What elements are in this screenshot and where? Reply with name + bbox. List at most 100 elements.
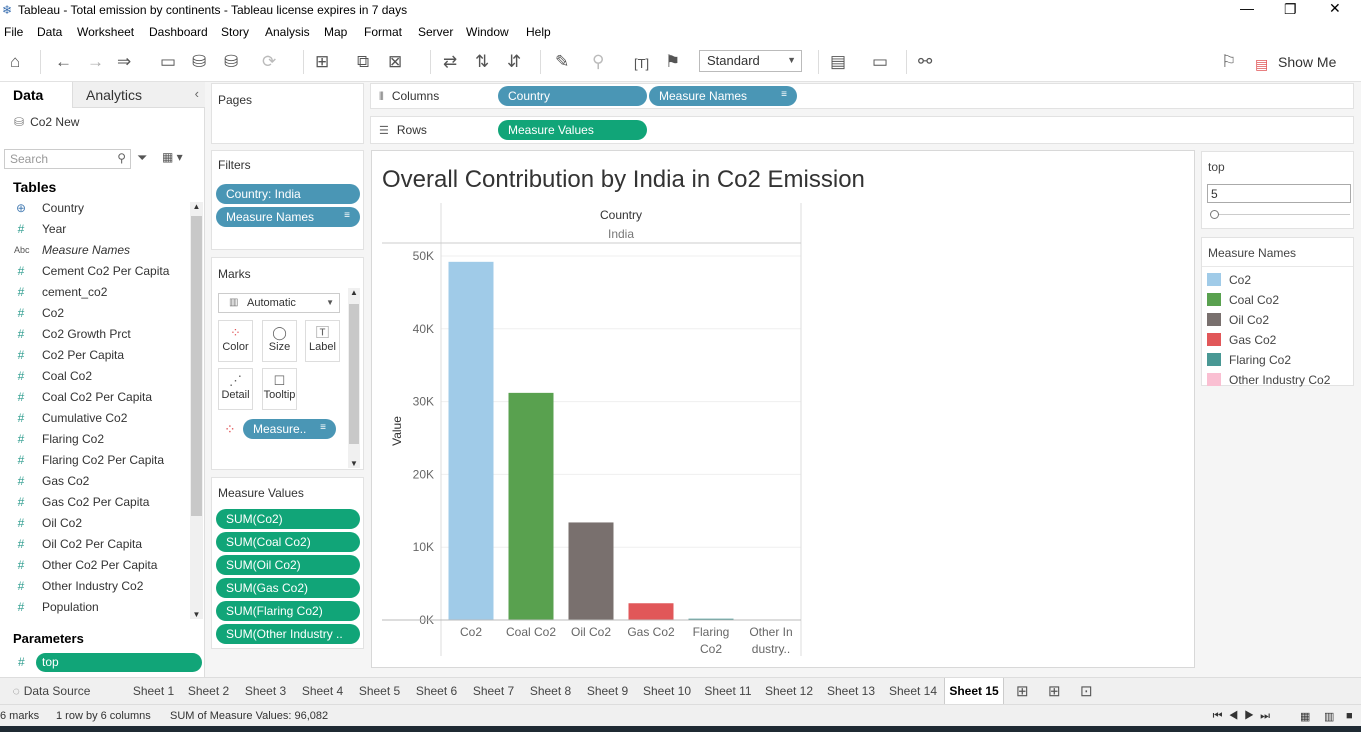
collapse-icon[interactable]: ‹ [195,86,199,101]
show-filmstrip-icon[interactable]: ▦ [1300,710,1310,723]
menu-server[interactable]: Server [418,25,453,39]
field-item[interactable]: # Flaring Co2 [14,430,186,451]
marks-color-button[interactable]: ⁘ Color [218,320,253,362]
marks-label-button[interactable]: 🅃 Label [305,320,340,362]
marks-scrollbar[interactable]: ▲ ▼ [348,288,360,468]
parameter-slider[interactable] [1210,210,1350,219]
sheet-tab[interactable]: Sheet 5 [351,678,408,704]
sheet-tab[interactable]: Sheet 13 [820,678,882,704]
rows-pill-measure-values[interactable]: Measure Values [498,120,647,140]
field-item[interactable]: ⊕ Country [14,199,186,220]
columns-pill-country[interactable]: Country [498,86,647,106]
restore-icon[interactable]: ❐ [1284,1,1297,18]
legend-item[interactable]: Flaring Co2 [1207,350,1352,370]
filter-pill-country[interactable]: Country: India [216,184,360,204]
field-item[interactable]: # Oil Co2 Per Capita [14,535,186,556]
field-item[interactable]: # Coal Co2 Per Capita [14,388,186,409]
field-item[interactable]: # Oil Co2 [14,514,186,535]
bar[interactable] [628,603,674,620]
field-item[interactable]: # Co2 [14,304,186,325]
new-worksheet-icon[interactable]: ⊞ [1016,682,1029,700]
sheet-tab[interactable]: Sheet 4 [294,678,351,704]
show-me-button[interactable]: Show Me [1278,54,1336,70]
field-item[interactable]: # Cumulative Co2 [14,409,186,430]
replay-icon[interactable]: ⇒ [117,52,131,72]
show-tabs-icon[interactable]: ■ [1346,710,1353,722]
menu-data[interactable]: Data [37,25,62,39]
refresh-icon[interactable]: ⟳ [262,52,276,72]
scroll-thumb[interactable] [191,216,202,516]
sheet-tab[interactable]: Sheet 12 [758,678,820,704]
field-item[interactable]: # Gas Co2 [14,472,186,493]
menu-help[interactable]: Help [526,25,551,39]
clear-sheet-icon[interactable]: ⊠ [388,52,402,72]
measure-value-pill[interactable]: SUM(Flaring Co2) [216,601,360,621]
marks-detail-button[interactable]: ⋰ Detail [218,368,253,410]
swap-icon[interactable]: ⇄ [443,52,457,72]
search-input[interactable]: Search ⚲ [4,149,131,169]
measure-value-pill[interactable]: SUM(Gas Co2) [216,578,360,598]
parameter-top-input[interactable]: 5 [1207,184,1351,203]
sheet-tab[interactable]: Sheet 10 [636,678,698,704]
show-sheet-sorter-icon[interactable]: ▥ [1324,710,1334,723]
sheet-tab[interactable]: Sheet 7 [465,678,522,704]
datasource-item[interactable]: ⛁ Co2 New [14,115,79,129]
sheet-tab[interactable]: Sheet 3 [237,678,294,704]
measure-value-pill[interactable]: SUM(Oil Co2) [216,555,360,575]
marks-size-button[interactable]: ◯ Size [262,320,297,362]
measure-value-pill[interactable]: SUM(Co2) [216,509,360,529]
columns-pill-measure-names[interactable]: Measure Names ≡ [649,86,797,106]
filters-shelf[interactable]: Filters Country: India Measure Names ≡ [211,150,364,250]
pause-updates-icon[interactable]: ⛁ [224,52,238,72]
menu-worksheet[interactable]: Worksheet [77,25,134,39]
save-icon[interactable]: ▭ [160,52,176,72]
data-source-tab[interactable]: ◌ Data Source [4,678,99,704]
field-item[interactable]: # Flaring Co2 Per Capita [14,451,186,472]
legend-item[interactable]: Oil Co2 [1207,310,1352,330]
field-item[interactable]: Abc Measure Names [14,241,186,262]
menu-dashboard[interactable]: Dashboard [149,25,208,39]
measure-value-pill[interactable]: SUM(Coal Co2) [216,532,360,552]
undo-icon[interactable]: ← [55,52,72,72]
field-item[interactable]: # Co2 Per Capita [14,346,186,367]
show-labels-icon[interactable]: [T] [634,54,649,74]
legend-item[interactable]: Coal Co2 [1207,290,1352,310]
marks-tooltip-button[interactable]: ☐ Tooltip [262,368,297,410]
redo-icon[interactable]: → [87,52,104,72]
duplicate-icon[interactable]: ⧉ [357,52,369,72]
scroll-down-icon[interactable]: ▼ [191,610,202,619]
new-dashboard-icon[interactable]: ⊞ [1048,682,1061,700]
measure-value-pill[interactable]: SUM(Other Industry .. [216,624,360,644]
sheet-tab[interactable]: Sheet 14 [882,678,944,704]
bar[interactable] [508,392,554,620]
home-icon[interactable]: ⌂ [10,52,20,72]
menu-story[interactable]: Story [221,25,249,39]
field-item[interactable]: # Co2 Growth Prct [14,325,186,346]
field-item[interactable]: # Coal Co2 [14,367,186,388]
field-item[interactable]: # Gas Co2 Per Capita [14,493,186,514]
fit-select[interactable]: Standard ▼ [699,50,802,72]
fields-scrollbar[interactable]: ▲ ▼ [190,202,203,619]
tab-analytics[interactable]: Analytics ‹ [72,82,205,108]
presentation-icon[interactable]: ▭ [872,52,888,72]
sheet-tab[interactable]: Sheet 8 [522,678,579,704]
close-icon[interactable]: ✕ [1329,0,1341,17]
field-item[interactable]: # cement_co2 [14,283,186,304]
format-painter-icon[interactable]: ⚐ [1221,52,1236,72]
sheet-nav-arrows-icon[interactable]: ⏮◀▶⏭ [1213,710,1276,723]
marks-measure-names-pill[interactable]: Measure.. ≡ [243,419,336,439]
filter-pill-measure-names[interactable]: Measure Names ≡ [216,207,360,227]
new-story-icon[interactable]: ⊡ [1080,682,1093,700]
legend-item[interactable]: Co2 [1207,270,1352,290]
sheet-tab[interactable]: Sheet 15 [944,678,1004,704]
field-item[interactable]: # Year [14,220,186,241]
view-list-icon[interactable]: ▦ ▾ [162,150,183,164]
bar[interactable] [568,522,614,620]
scroll-up-icon[interactable]: ▲ [191,202,202,211]
scroll-down-icon[interactable]: ▼ [348,459,360,468]
highlight-icon[interactable]: ✎ [555,52,569,72]
sheet-tab[interactable]: Sheet 6 [408,678,465,704]
parameter-top-pill[interactable]: top [36,653,202,672]
sheet-tab[interactable]: Sheet 2 [180,678,237,704]
minimize-icon[interactable]: — [1240,0,1254,16]
